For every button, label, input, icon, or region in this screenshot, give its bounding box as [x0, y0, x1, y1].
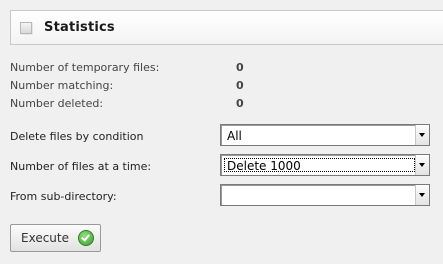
batch-size-select[interactable]: Delete 1000	[220, 154, 430, 176]
execute-button[interactable]: Execute	[10, 224, 101, 252]
statistics-panel: Statistics Number of temporary files: 0 …	[0, 0, 443, 264]
chevron-down-icon[interactable]	[415, 125, 429, 145]
panel-title: Statistics	[44, 20, 115, 35]
subdirectory-select[interactable]	[220, 184, 430, 206]
execute-button-label: Execute	[21, 231, 69, 245]
temporary-files-label: Number of temporary files:	[10, 61, 160, 74]
condition-select[interactable]: All	[220, 124, 430, 146]
deleted-value: 0	[236, 97, 244, 110]
panel-header: Statistics	[10, 10, 443, 45]
batch-size-select-value: Delete 1000	[227, 159, 301, 173]
panel-icon	[20, 21, 32, 34]
matching-value: 0	[236, 79, 244, 92]
matching-label: Number matching:	[10, 79, 114, 92]
check-icon	[78, 230, 94, 246]
deleted-label: Number deleted:	[10, 97, 104, 110]
subdirectory-label: From sub-directory:	[10, 190, 117, 203]
condition-select-value: All	[227, 129, 242, 143]
chevron-down-icon[interactable]	[415, 185, 429, 205]
chevron-down-icon[interactable]	[415, 155, 429, 175]
temporary-files-value: 0	[236, 61, 244, 74]
batch-size-label: Number of files at a time:	[10, 160, 152, 173]
condition-label: Delete files by condition	[10, 130, 144, 143]
